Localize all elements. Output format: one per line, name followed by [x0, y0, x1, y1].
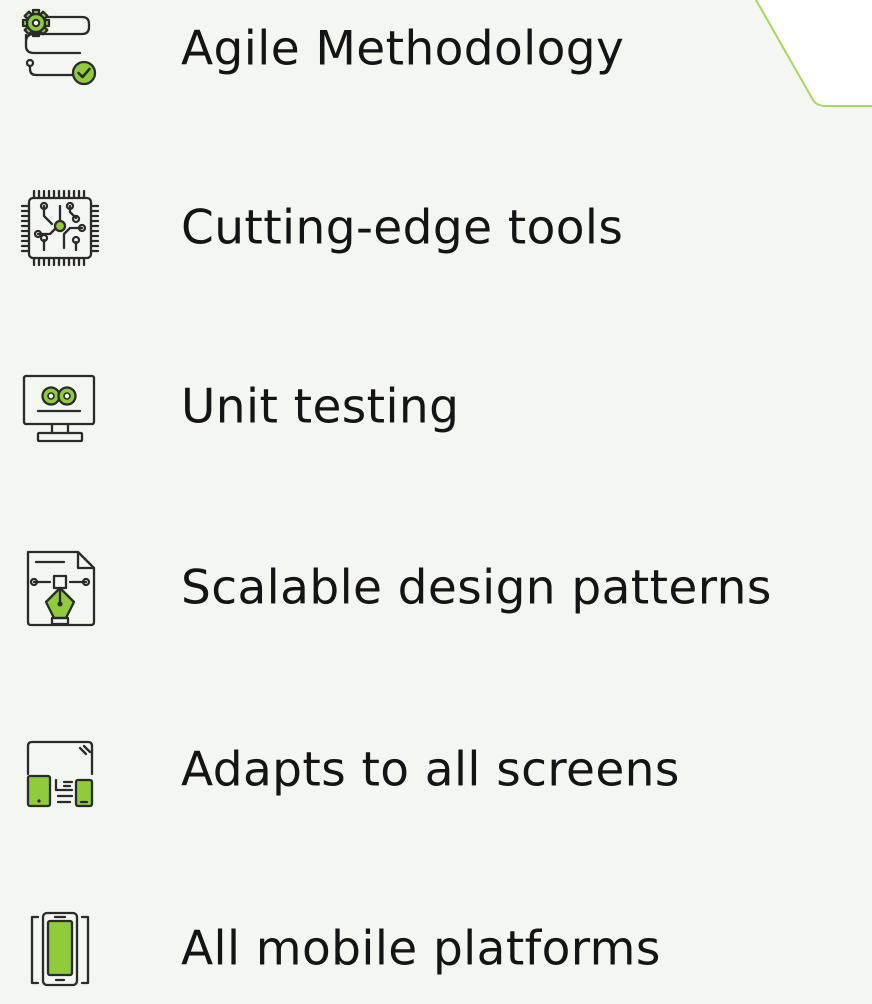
feature-item-adapts-screens: Adapts to all screens: [0, 715, 872, 825]
pen-tool-document-icon: [14, 542, 106, 634]
feature-item-tools: Cutting-edge tools: [0, 173, 872, 283]
feature-label: Scalable design patterns: [181, 560, 772, 616]
feature-item-design-patterns: Scalable design patterns: [0, 533, 872, 643]
feature-item-unit-testing: Unit testing: [0, 352, 872, 462]
feature-label: Agile Methodology: [181, 21, 625, 77]
feature-item-agile: Agile Methodology: [0, 0, 872, 104]
responsive-devices-icon: [14, 724, 106, 816]
agile-workflow-icon: [14, 3, 106, 95]
feature-label: Unit testing: [181, 379, 460, 435]
feature-list: Agile Methodology Cutting-edge tools Uni…: [0, 0, 872, 995]
feature-label: Adapts to all screens: [181, 742, 680, 798]
monitor-infinity-icon: [14, 361, 106, 453]
smartphone-icon: [14, 903, 106, 995]
feature-label: Cutting-edge tools: [181, 200, 624, 256]
feature-item-mobile-platforms: All mobile platforms: [0, 894, 872, 1004]
feature-label: All mobile platforms: [181, 921, 661, 977]
circuit-chip-icon: [14, 182, 106, 274]
